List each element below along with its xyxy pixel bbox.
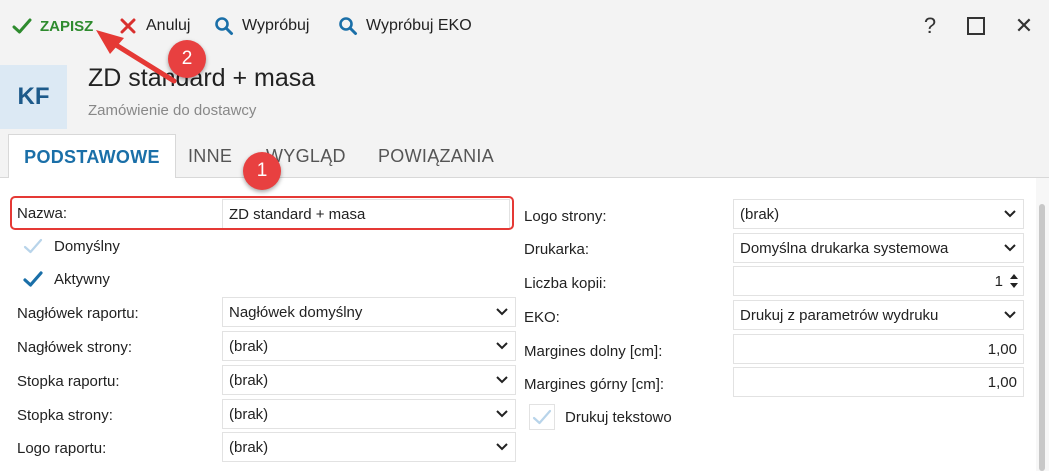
try-button[interactable]: Wypróbuj <box>214 14 309 38</box>
page-logo-label: Logo strony: <box>524 208 607 225</box>
vertical-scrollbar[interactable] <box>1036 178 1049 471</box>
page-logo-select[interactable]: (brak) <box>733 199 1024 229</box>
page-footer-select[interactable]: (brak) <box>222 399 516 429</box>
help-icon: ? <box>923 13 937 38</box>
header: KF ZD standard + masa Zamówienie do dost… <box>0 52 1049 134</box>
margin-bottom-field[interactable]: 1,00 <box>733 334 1024 364</box>
text-print-label: Drukuj tekstowo <box>565 408 672 426</box>
default-checkbox[interactable]: Domyślny <box>22 235 120 257</box>
toolbar: ZAPISZ Anuluj Wypróbuj Wypróbuj EKO ? ✕ <box>0 0 1049 52</box>
cancel-button-label: Anuluj <box>146 17 191 34</box>
eko-label: EKO: <box>524 309 560 326</box>
page-logo-value: (brak) <box>740 205 780 223</box>
margin-top-field[interactable]: 1,00 <box>733 367 1024 397</box>
maximize-icon <box>967 17 985 35</box>
printer-select[interactable]: Domyślna drukarka systemowa <box>733 233 1024 263</box>
maximize-button[interactable] <box>962 12 990 40</box>
chevron-down-icon <box>496 410 508 418</box>
tab-powiazania[interactable]: POWIĄZANIA <box>378 134 494 178</box>
report-footer-label: Stopka raportu: <box>17 373 120 390</box>
name-field-highlight <box>10 196 514 230</box>
tab-bar: PODSTAWOWE INNE WYGLĄD POWIĄZANIA <box>0 134 1049 179</box>
text-print-checkbox[interactable]: Drukuj tekstowo <box>529 404 672 430</box>
report-header-select[interactable]: Nagłówek domyślny <box>222 297 516 327</box>
scrollbar-thumb[interactable] <box>1039 204 1045 471</box>
printer-value: Domyślna drukarka systemowa <box>740 239 949 257</box>
report-logo-value: (brak) <box>229 438 269 456</box>
page-header-value: (brak) <box>229 337 269 355</box>
chevron-down-icon <box>496 308 508 316</box>
close-x-icon <box>120 18 136 34</box>
chevron-down-icon <box>1004 311 1016 319</box>
save-button-label: ZAPISZ <box>40 17 94 35</box>
page-subtitle: Zamówienie do dostawcy <box>88 102 257 119</box>
cancel-button[interactable]: Anuluj <box>118 14 190 38</box>
default-checkbox-label: Domyślny <box>54 237 120 255</box>
page-header-label: Nagłówek strony: <box>17 339 133 356</box>
search-icon <box>215 17 233 35</box>
report-header-value: Nagłówek domyślny <box>229 303 363 321</box>
margin-top-label: Margines górny [cm]: <box>524 376 665 393</box>
eko-value: Drukuj z parametrów wydruku <box>740 306 939 324</box>
page-footer-value: (brak) <box>229 405 269 423</box>
page-footer-label: Stopka strony: <box>17 407 113 424</box>
annotation-badge-2: 2 <box>168 40 206 78</box>
printer-label: Drukarka: <box>524 241 590 258</box>
document-type-badge: KF <box>0 65 67 129</box>
close-button[interactable]: ✕ <box>1010 12 1038 40</box>
checkbox-unchecked-icon <box>22 235 44 257</box>
chevron-down-icon <box>496 443 508 451</box>
checkbox-unchecked-icon <box>529 404 555 430</box>
eko-select[interactable]: Drukuj z parametrów wydruku <box>733 300 1024 330</box>
page-header-select[interactable]: (brak) <box>222 331 516 361</box>
report-footer-select[interactable]: (brak) <box>222 365 516 395</box>
spinner-arrows-icon[interactable] <box>1009 271 1019 291</box>
chevron-down-icon <box>496 376 508 384</box>
chevron-down-icon <box>496 342 508 350</box>
try-eko-button[interactable]: Wypróbuj EKO <box>338 14 472 38</box>
copies-stepper[interactable]: 1 <box>733 266 1024 296</box>
tab-inne[interactable]: INNE <box>188 134 232 178</box>
margin-bottom-label: Margines dolny [cm]: <box>524 343 663 360</box>
save-button[interactable]: ZAPISZ <box>12 14 93 38</box>
help-button[interactable]: ? <box>916 12 944 40</box>
annotation-badge-1: 1 <box>243 152 281 190</box>
chevron-down-icon <box>1004 244 1016 252</box>
margin-top-value: 1,00 <box>987 373 1017 391</box>
tab-podstawowe[interactable]: PODSTAWOWE <box>8 134 176 179</box>
checkmark-icon <box>12 18 32 34</box>
chevron-down-icon <box>1004 210 1016 218</box>
checkbox-checked-icon <box>22 268 44 290</box>
try-button-label: Wypróbuj <box>242 17 310 34</box>
report-logo-select[interactable]: (brak) <box>222 432 516 462</box>
active-checkbox-label: Aktywny <box>54 270 110 288</box>
close-icon: ✕ <box>1014 13 1034 38</box>
try-eko-button-label: Wypróbuj EKO <box>366 17 472 34</box>
active-checkbox[interactable]: Aktywny <box>22 268 110 290</box>
report-footer-value: (brak) <box>229 371 269 389</box>
search-icon <box>339 17 357 35</box>
report-header-label: Nagłówek raportu: <box>17 305 139 322</box>
copies-value: 1 <box>994 272 1003 290</box>
margin-bottom-value: 1,00 <box>987 340 1017 358</box>
copies-label: Liczba kopii: <box>524 275 607 292</box>
report-logo-label: Logo raportu: <box>17 440 107 457</box>
